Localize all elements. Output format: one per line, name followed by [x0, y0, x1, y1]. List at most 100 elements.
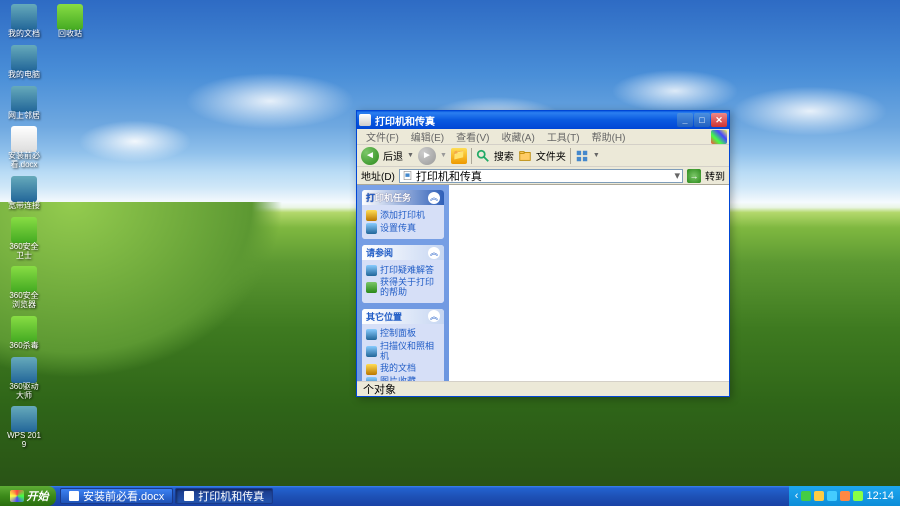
desktop-icon[interactable]: 我的电脑	[4, 43, 44, 82]
panel-header[interactable]: 其它位置︽	[362, 309, 444, 324]
window-icon	[359, 114, 371, 126]
system-tray[interactable]: ‹ 12:14	[789, 486, 900, 506]
address-dropdown[interactable]: ▾	[674, 169, 680, 182]
back-dropdown[interactable]: ▼	[407, 152, 414, 159]
go-label[interactable]: 转到	[705, 168, 725, 183]
desktop-icon-image	[11, 86, 37, 112]
xp-logo-icon	[711, 130, 727, 144]
menu-item[interactable]: 编辑(E)	[406, 128, 449, 145]
desktop-icon-label: 我的电脑	[8, 71, 40, 80]
collapse-icon[interactable]: ︽	[428, 310, 440, 322]
address-input[interactable]: 打印机和传真 ▾	[399, 169, 683, 183]
collapse-icon[interactable]: ︽	[428, 247, 440, 259]
desktop-icon-image	[11, 45, 37, 71]
search-icon[interactable]	[476, 149, 490, 163]
desktop-icons-container: 我的文档我的电脑网上邻居安装前必看.docx 宽带连接 360安全卫士 360安全浏览…	[4, 2, 94, 477]
menu-item[interactable]: 工具(T)	[542, 128, 585, 145]
views-icon[interactable]	[575, 149, 589, 163]
folders-button-label[interactable]: 文件夹	[536, 148, 566, 163]
desktop-icon-label: 我的文档	[8, 30, 40, 39]
desktop-icon-label: 360驱动大师	[6, 383, 42, 401]
task-link[interactable]: 扫描仪和照相机	[366, 341, 440, 363]
forward-dropdown[interactable]: ▼	[440, 152, 447, 159]
desktop-icon[interactable]: 360安全浏览器	[4, 264, 44, 312]
back-button[interactable]: ◄	[361, 147, 379, 165]
status-text: 个对象	[363, 381, 396, 397]
desktop-icon[interactable]: 回收站	[50, 2, 90, 41]
panel-title: 其它位置	[366, 310, 428, 323]
go-button[interactable]: →	[687, 169, 701, 183]
task-label: 设置传真	[380, 224, 416, 234]
titlebar[interactable]: 打印机和传真 _ □ ✕	[357, 111, 729, 129]
folders-icon[interactable]	[518, 149, 532, 163]
toolbar-sep	[471, 148, 472, 164]
tasks-sidebar: 打印机任务︽添加打印机设置传真请参阅︽打印疑难解答获得关于打印的帮助其它位置︽控…	[357, 185, 449, 381]
tasks-panel: 请参阅︽ 打印疑难解答获得关于打印的帮助	[362, 245, 444, 303]
collapse-icon[interactable]: ︽	[428, 192, 440, 204]
taskbar-button-icon	[184, 491, 194, 501]
window-body: 打印机任务︽添加打印机设置传真请参阅︽打印疑难解答获得关于打印的帮助其它位置︽控…	[357, 185, 729, 381]
task-link[interactable]: 我的文档	[366, 363, 440, 376]
address-icon	[402, 170, 413, 181]
task-link[interactable]: 控制面板	[366, 328, 440, 341]
tray-icon[interactable]	[853, 491, 863, 501]
toolbar: ◄ 后退 ▼ ► ▼ 📁 搜索 文件夹 ▼	[357, 145, 729, 167]
toolbar-sep-2	[570, 148, 571, 164]
start-label: 开始	[27, 488, 49, 504]
statusbar: 个对象	[357, 381, 729, 396]
desktop-icon[interactable]: 安装前必看.docx	[4, 124, 44, 172]
up-button[interactable]: 📁	[451, 148, 467, 164]
menu-item[interactable]: 收藏(A)	[496, 128, 539, 145]
desktop-icon-image	[11, 4, 37, 30]
desktop[interactable]: 我的文档我的电脑网上邻居安装前必看.docx宽带连接360安全卫士360安全浏览…	[0, 0, 900, 506]
minimize-button[interactable]: _	[677, 113, 693, 127]
start-button[interactable]: 开始	[0, 486, 56, 506]
forward-button[interactable]: ►	[418, 147, 436, 165]
desktop-icon-label: 宽带连接	[8, 202, 40, 211]
tray-expand-icon[interactable]: ‹	[795, 490, 799, 502]
taskbar-button[interactable]: 打印机和传真	[175, 488, 273, 504]
task-label: 打印疑难解答	[380, 266, 434, 276]
task-link[interactable]: 获得关于打印的帮助	[366, 277, 440, 299]
desktop-icon-image	[11, 126, 37, 152]
desktop-icon-label: 安装前必看.docx	[6, 152, 42, 170]
desktop-icon-label: 360安全卫士	[6, 243, 42, 261]
taskbar-button[interactable]: 安装前必看.docx	[60, 488, 173, 504]
panel-title: 打印机任务	[366, 191, 428, 204]
maximize-button[interactable]: □	[694, 113, 710, 127]
panel-header[interactable]: 请参阅︽	[362, 245, 444, 260]
task-icon	[366, 346, 377, 357]
search-button-label[interactable]: 搜索	[494, 148, 514, 163]
desktop-icon[interactable]: 网上邻居	[4, 84, 44, 123]
menu-item[interactable]: 文件(F)	[361, 128, 404, 145]
tray-icon[interactable]	[801, 491, 811, 501]
desktop-icon-image	[11, 217, 37, 243]
close-button[interactable]: ✕	[711, 113, 727, 127]
task-link[interactable]: 打印疑难解答	[366, 264, 440, 277]
tray-icon[interactable]	[827, 491, 837, 501]
tray-icon[interactable]	[814, 491, 824, 501]
desktop-icon[interactable]: 360杀毒	[4, 314, 44, 353]
task-label: 控制面板	[380, 329, 416, 339]
menu-item[interactable]: 帮助(H)	[587, 128, 631, 145]
desktop-icon[interactable]: 360安全卫士	[4, 215, 44, 263]
task-icon	[366, 265, 377, 276]
taskbar: 开始 安装前必看.docx打印机和传真 ‹ 12:14	[0, 486, 900, 506]
window-title: 打印机和传真	[375, 113, 677, 128]
task-link[interactable]: 设置传真	[366, 222, 440, 235]
menu-item[interactable]: 查看(V)	[451, 128, 494, 145]
panel-body: 控制面板扫描仪和照相机我的文档图片收藏我的电脑	[362, 324, 444, 381]
panel-header[interactable]: 打印机任务︽	[362, 190, 444, 205]
desktop-icon[interactable]: 我的文档	[4, 2, 44, 41]
desktop-icon[interactable]: 360驱动大师	[4, 355, 44, 403]
task-icon	[366, 364, 377, 375]
desktop-icon[interactable]: WPS 2019	[4, 404, 44, 452]
desktop-icon[interactable]: 宽带连接	[4, 174, 44, 213]
clock[interactable]: 12:14	[866, 490, 894, 502]
content-area[interactable]	[449, 185, 729, 381]
views-dropdown[interactable]: ▼	[593, 152, 600, 159]
task-label: 我的文档	[380, 364, 416, 374]
desktop-icon-label: 回收站	[58, 30, 82, 39]
tray-icon[interactable]	[840, 491, 850, 501]
task-link[interactable]: 添加打印机	[366, 209, 440, 222]
